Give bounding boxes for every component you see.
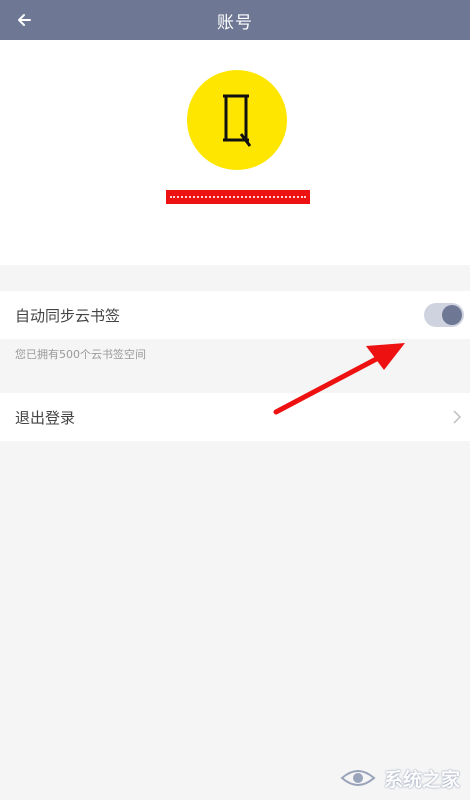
page-title: 账号 xyxy=(217,12,253,33)
top-app-bar: 账号 xyxy=(0,0,470,40)
chevron-right-icon xyxy=(453,410,462,424)
watermark: 系统之家 xyxy=(338,764,460,792)
watermark-text: 系统之家 xyxy=(383,768,460,791)
logout-label: 退出登录 xyxy=(15,408,76,427)
bookmark-space-hint: 您已拥有500个云书签空间 xyxy=(15,348,146,361)
auto-sync-toggle[interactable] xyxy=(424,303,464,327)
redaction-dots xyxy=(170,196,306,198)
back-button[interactable] xyxy=(10,6,38,34)
toggle-knob xyxy=(442,305,462,325)
account-screen: 账号 自动同步云书签 您已拥有500个云书签空间 退出登录 系统之家 xyxy=(0,0,470,800)
avatar-q-logo xyxy=(223,94,252,147)
avatar[interactable] xyxy=(187,70,287,170)
logout-row[interactable]: 退出登录 xyxy=(0,393,470,441)
auto-sync-bookmarks-row[interactable]: 自动同步云书签 xyxy=(0,291,470,339)
watermark-logo-icon xyxy=(340,770,376,786)
arrow-left-icon xyxy=(18,14,31,26)
profile-card xyxy=(0,40,470,265)
username-redacted xyxy=(166,190,310,204)
auto-sync-label: 自动同步云书签 xyxy=(15,306,121,325)
